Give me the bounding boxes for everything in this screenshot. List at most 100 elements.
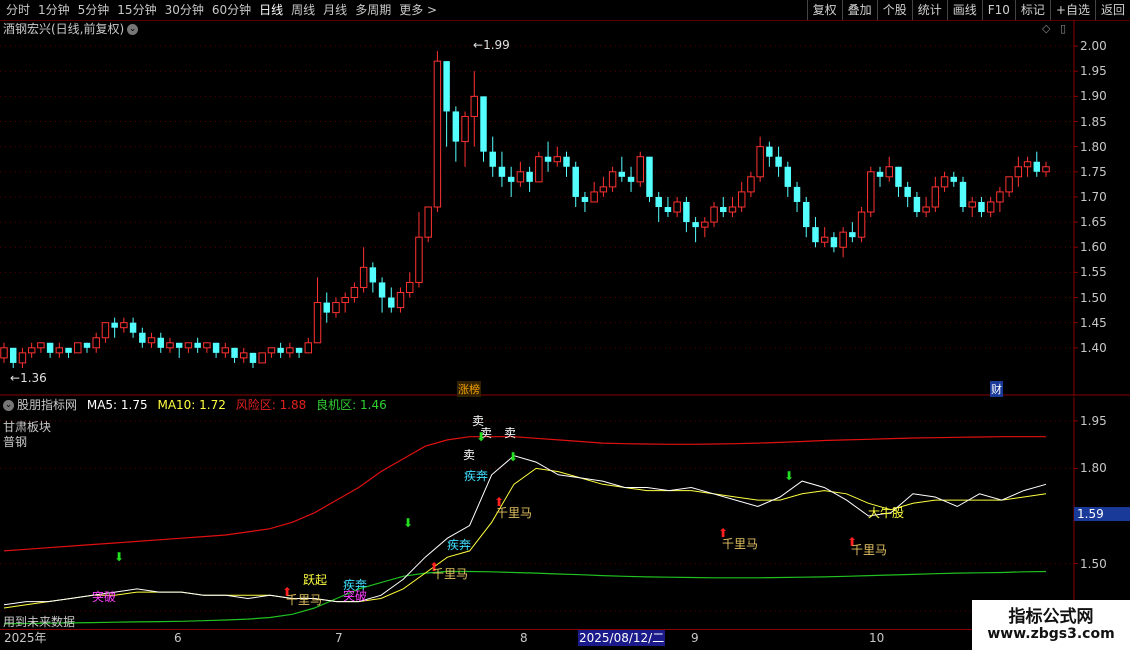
toolbar-button-2[interactable]: 个股 — [876, 0, 912, 20]
low-price-value: 1.36 — [20, 371, 47, 385]
candle-body — [839, 231, 847, 248]
candle-body — [627, 176, 635, 182]
candle-body — [996, 191, 1004, 203]
candle-body — [147, 337, 156, 344]
candle-body — [203, 342, 211, 349]
candle-body — [286, 347, 294, 354]
period-tab-0[interactable]: 分时 — [2, 0, 34, 20]
candle-body — [737, 191, 746, 208]
candle-body — [111, 322, 118, 328]
candle-body — [581, 196, 589, 202]
toolbar-button-6[interactable]: 标记 — [1014, 0, 1050, 20]
toolbar-button-0[interactable]: 复权 — [806, 0, 842, 20]
y-tick-label: 1.90 — [1080, 89, 1107, 104]
period-tab-10[interactable]: 更多 > — [395, 0, 441, 20]
candle-body — [249, 352, 257, 363]
toolbar-button-3[interactable]: 统计 — [911, 0, 947, 20]
down-arrow-icon: ⬇ — [784, 469, 795, 483]
candle-body — [931, 186, 940, 208]
candle-body — [18, 352, 27, 364]
candle-body — [212, 342, 220, 353]
y-tick-label: 1.65 — [1080, 215, 1107, 230]
period-tab-4[interactable]: 30分钟 — [161, 0, 208, 20]
candle-body — [812, 227, 819, 243]
candle-body — [341, 297, 349, 304]
candle-body — [885, 166, 893, 178]
y-tick-label: 1.70 — [1080, 189, 1107, 204]
y-tick-label: 2.00 — [1080, 39, 1107, 54]
toolbar-button-5[interactable]: F10 — [981, 0, 1015, 20]
candle-body — [683, 201, 690, 223]
opportunity-zone-line — [3, 570, 1047, 625]
candle-body — [940, 176, 949, 188]
candle-body — [756, 146, 764, 178]
y-tick-label: 1.80 — [1080, 139, 1107, 154]
candle-body — [166, 342, 174, 349]
candle-body — [599, 186, 608, 193]
candle-body — [784, 166, 792, 187]
candle-body — [443, 61, 450, 112]
candle-body — [415, 236, 423, 283]
future-data-note: 用到未来数据 — [3, 615, 76, 629]
gallop-marker-1: 疾奔 — [464, 469, 489, 483]
candle-body — [184, 342, 193, 349]
watermark-title: 指标公式网 — [1008, 607, 1094, 627]
candle-body — [323, 302, 330, 313]
toolbar-button-1[interactable]: 叠加 — [841, 0, 877, 20]
candle-body — [461, 115, 469, 143]
candle-body — [803, 201, 810, 228]
indicator-chart[interactable] — [0, 397, 1130, 629]
toolbar-button-4[interactable]: 画线 — [946, 0, 982, 20]
candle-body — [120, 322, 128, 329]
candle-body — [608, 171, 617, 188]
qianlima-marker-1: 千里马 — [496, 506, 533, 520]
period-tab-7[interactable]: 周线 — [287, 0, 319, 20]
y-tick-label: 1.75 — [1080, 164, 1107, 179]
period-tab-5[interactable]: 60分钟 — [208, 0, 255, 20]
candle-body — [636, 156, 644, 183]
qianlima-marker-4: 千里马 — [722, 537, 759, 551]
y-tick-label: 1.40 — [1080, 340, 1107, 355]
candle-body — [553, 156, 562, 163]
qianlima-marker-5: 千里马 — [851, 543, 888, 557]
candle-body — [720, 207, 727, 213]
down-arrow-icon: ⬇ — [508, 450, 519, 464]
y-tick-label: 1.60 — [1080, 240, 1107, 255]
candle-body — [563, 156, 570, 167]
y-tick-label: 1.45 — [1080, 315, 1107, 330]
candle-body — [231, 347, 238, 358]
candlestick-chart[interactable] — [0, 20, 1130, 396]
candle-body — [950, 176, 958, 182]
toolbar-button-7[interactable]: +自选 — [1049, 0, 1095, 20]
period-tab-1[interactable]: 1分钟 — [34, 0, 74, 20]
candle-body — [350, 286, 359, 299]
period-tabs: 分时 1分钟 5分钟 15分钟 30分钟 60分钟 日线 周线 月线 多周期 更多 > — [2, 0, 441, 20]
candle-body — [1042, 166, 1050, 173]
candle-body — [65, 347, 72, 353]
candle-body — [857, 211, 866, 238]
candle-body — [895, 166, 902, 187]
candle-body — [489, 151, 496, 167]
y-tick-label: 1.55 — [1080, 265, 1107, 280]
candle-body — [1014, 166, 1023, 178]
event-tag-finance[interactable]: 财 — [990, 381, 1003, 397]
breakthrough-marker-1: 突破 — [92, 590, 117, 604]
period-tab-3[interactable]: 15分钟 — [113, 0, 160, 20]
candle-body — [793, 186, 801, 202]
period-toolbar: 分时 1分钟 5分钟 15分钟 30分钟 60分钟 日线 周线 月线 多周期 更多 > 复权 叠加 个股… — [0, 0, 1130, 21]
period-tab-2[interactable]: 5分钟 — [74, 0, 114, 20]
period-tab-8[interactable]: 月线 — [319, 0, 351, 20]
period-tab-9[interactable]: 多周期 — [351, 0, 395, 20]
event-tag-limit-up[interactable]: 涨榜 — [457, 381, 481, 397]
toolbar-button-8[interactable]: 返回 — [1094, 0, 1130, 20]
candle-body — [0, 347, 8, 359]
sell-marker-3: 卖 — [504, 426, 517, 440]
down-arrow-icon: ⬇ — [403, 516, 414, 530]
period-tab-6[interactable]: 日线 — [255, 0, 287, 20]
tool-buttons: 复权 叠加 个股 统计 画线 F10 标记 +自选 返回 — [806, 0, 1130, 20]
candle-body — [904, 186, 911, 197]
candle-body — [27, 347, 36, 354]
candle-body — [692, 222, 699, 228]
candle-body — [194, 342, 201, 348]
x-label-aug: 8 — [520, 631, 528, 645]
